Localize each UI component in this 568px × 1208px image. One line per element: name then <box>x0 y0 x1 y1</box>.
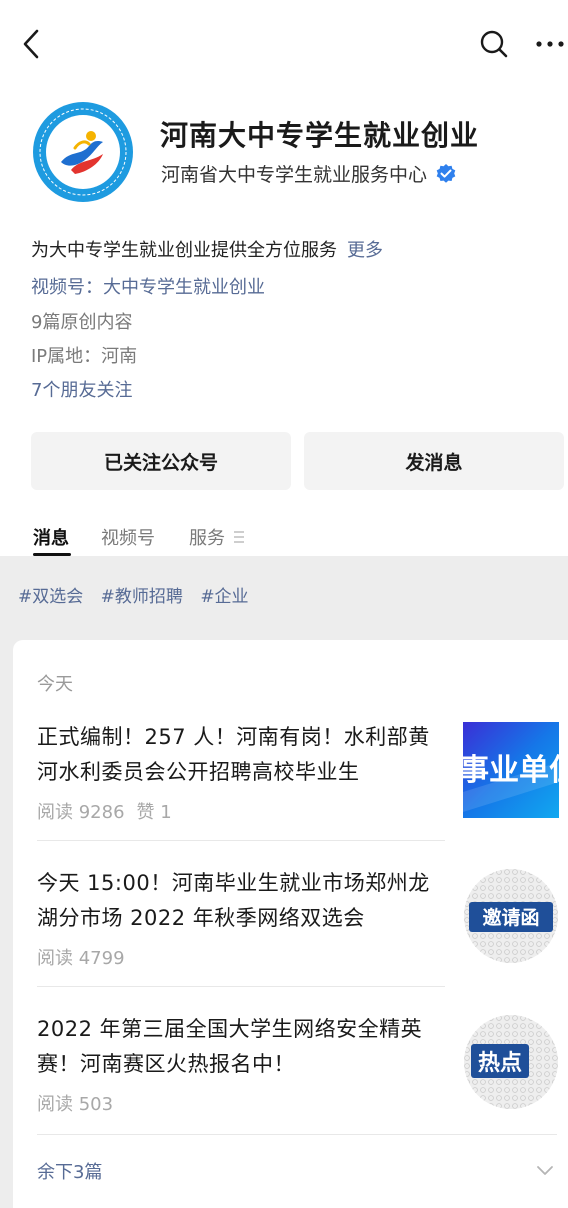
chevron-left-icon <box>23 29 39 59</box>
followed-button[interactable]: 已关注公众号 <box>31 432 291 490</box>
divider <box>37 840 445 841</box>
article-reads: 阅读 4799 <box>37 948 125 969</box>
article-reads: 阅读 503 <box>37 1094 114 1115</box>
verified-badge-icon[interactable] <box>435 163 457 185</box>
friends-following-link[interactable]: 7个朋友关注 <box>31 376 132 402</box>
more-dots-icon <box>536 41 564 47</box>
article-meta: 阅读 9286 赞 1 <box>37 798 172 824</box>
article-meta: 阅读 503 <box>37 1090 113 1116</box>
chevron-down-icon[interactable] <box>535 1160 555 1180</box>
article-thumb-text: 热点 <box>478 1050 522 1076</box>
divider <box>37 1134 557 1135</box>
article-meta: 阅读 4799 <box>37 944 125 970</box>
account-org-label: 河南省大中专学生就业服务中心 <box>161 164 428 186</box>
account-avatar[interactable] <box>31 100 135 204</box>
original-count: 9篇原创内容 <box>31 312 133 333</box>
video-channel-link[interactable]: 视频号：大中专学生就业创业 <box>31 273 265 299</box>
tag-item[interactable]: #企业 <box>200 587 248 607</box>
article-thumb-text: 事业单位 <box>463 753 559 788</box>
tab-service[interactable]: 服务 <box>189 524 225 550</box>
account-org: 河南省大中专学生就业服务中心 <box>161 160 457 187</box>
article-title: 正式编制！257 人！河南有岗！水利部黄河水利委员会公开招聘高校毕业生 <box>37 725 430 784</box>
article-reads: 阅读 9286 <box>37 802 125 823</box>
content-tabs: 消息 视频号 服务 <box>0 516 568 556</box>
intro-more-link[interactable]: 更多 <box>347 240 383 261</box>
divider <box>37 986 445 987</box>
top-bar <box>0 0 568 88</box>
article-item[interactable]: 2022 年第三届全国大学生网络安全精英赛！河南赛区火热报名中！ 阅读 503 … <box>37 1012 559 1122</box>
section-date-label: 今天 <box>37 674 73 695</box>
menu-lines-icon <box>234 531 244 543</box>
article-thumbnail: 事业单位 <box>463 722 559 818</box>
article-item[interactable]: 今天 15:00！河南毕业生就业市场郑州龙湖分市场 2022 年秋季网络双选会 … <box>37 866 559 976</box>
article-thumb-text: 邀请函 <box>482 906 539 929</box>
article-item[interactable]: 正式编制！257 人！河南有岗！水利部黄河水利委员会公开招聘高校毕业生 阅读 9… <box>37 720 559 830</box>
send-message-button[interactable]: 发消息 <box>304 432 564 490</box>
tag-row: #双选会 #教师招聘 #企业 <box>18 582 261 607</box>
article-thumbnail: 热点 <box>463 1014 559 1110</box>
remaining-articles-link[interactable]: 余下3篇 <box>37 1158 102 1184</box>
tab-video-channel[interactable]: 视频号 <box>101 524 155 550</box>
search-button[interactable] <box>476 24 512 64</box>
more-button[interactable] <box>532 24 568 64</box>
tag-item[interactable]: #双选会 <box>18 587 83 607</box>
tab-messages[interactable]: 消息 <box>33 524 69 550</box>
logo-icon <box>33 102 133 202</box>
article-thumbnail: 邀请函 <box>463 868 559 964</box>
intro-text: 为大中专学生就业创业提供全方位服务 <box>31 240 337 261</box>
article-title: 今天 15:00！河南毕业生就业市场郑州龙湖分市场 2022 年秋季网络双选会 <box>37 871 430 930</box>
account-intro: 为大中专学生就业创业提供全方位服务 更多 <box>31 236 383 262</box>
article-likes: 赞 1 <box>136 802 172 823</box>
search-icon <box>480 30 508 58</box>
tag-item[interactable]: #教师招聘 <box>101 587 183 607</box>
ip-location: IP属地：河南 <box>31 346 138 367</box>
back-button[interactable] <box>14 24 48 64</box>
article-title: 2022 年第三届全国大学生网络安全精英赛！河南赛区火热报名中！ <box>37 1017 423 1076</box>
account-name: 河南大中专学生就业创业 <box>160 119 480 152</box>
message-card: 今天 正式编制！257 人！河南有岗！水利部黄河水利委员会公开招聘高校毕业生 阅… <box>13 640 568 1208</box>
